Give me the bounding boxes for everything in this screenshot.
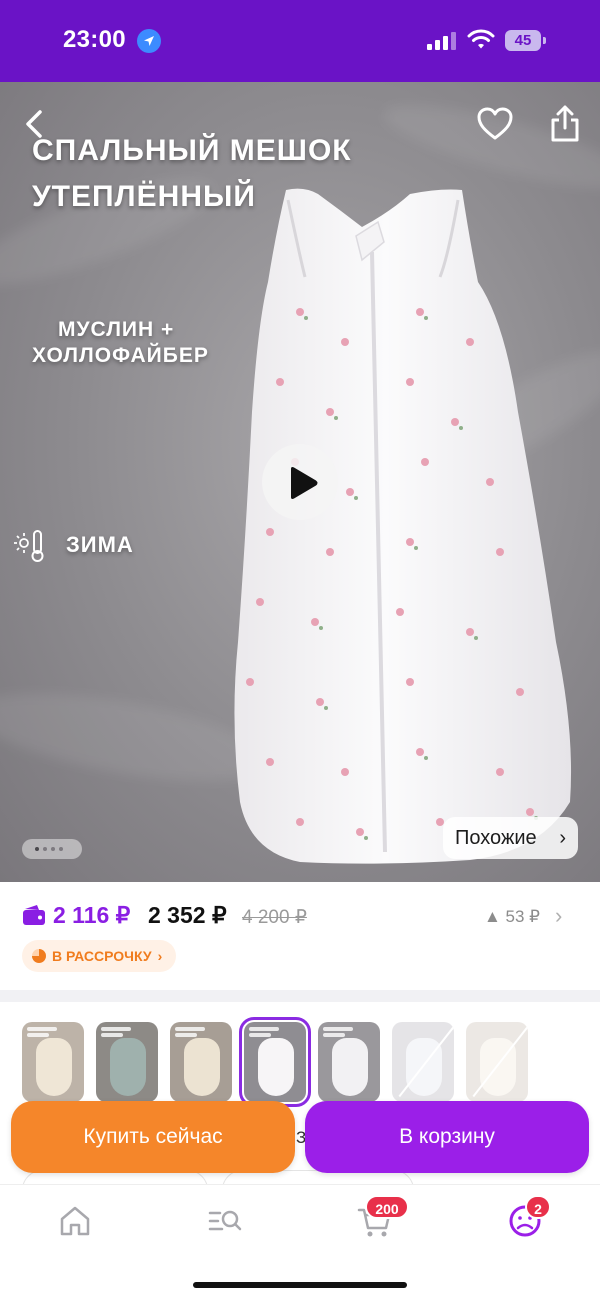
installment-button[interactable]: В РАССРОЧКУ › [22,940,177,972]
price-section: 2 116 ₽ 2 352 ₽ 4 200 ₽ ▲ 53 ₽ › В РАССР… [0,882,600,990]
hero-material-line2: ХОЛЛОФАЙБЕР [32,344,209,367]
variant-thumbnail[interactable] [170,1022,232,1102]
chevron-right-icon: › [559,827,566,849]
status-time: 23:00 [63,26,126,53]
location-arrow-icon [137,29,161,53]
old-price: 4 200 ₽ [242,907,307,928]
hero-title-line1: СПАЛЬНЫЙ МЕШОК [32,134,352,167]
status-bar: 23:00 45 [0,0,600,82]
variant-thumbnail-unavailable[interactable] [392,1022,454,1102]
variant-thumbnail-unavailable[interactable] [466,1022,528,1102]
installment-pie-icon [32,949,46,963]
thermometer-icon [14,528,54,564]
profile-badge: 2 [525,1195,551,1219]
similar-products-label: Похожие [455,827,537,849]
section-divider [0,990,600,1002]
current-price: 2 352 ₽ [148,902,227,928]
wifi-icon [467,28,495,50]
similar-products-button[interactable]: Похожие › [443,817,578,859]
back-arrow-icon[interactable] [20,106,50,142]
product-media-gallery[interactable]: СПАЛЬНЫЙ МЕШОК УТЕПЛЁННЫЙ МУСЛИН + ХОЛЛО… [0,82,600,882]
price-change[interactable]: ▲ 53 ₽ [484,907,540,927]
play-video-button[interactable] [262,444,338,520]
hero-season-label: ЗИМА [66,532,134,557]
gallery-pagination [22,839,82,859]
home-indicator [193,1282,407,1288]
share-icon[interactable] [548,104,582,144]
chevron-right-icon[interactable]: › [555,903,562,929]
hero-material-line1: МУСЛИН + [58,318,175,341]
favorite-heart-icon[interactable] [476,106,514,142]
home-icon[interactable] [55,1201,95,1241]
chevron-right-icon: › [157,948,163,964]
variant-thumbnail[interactable] [318,1022,380,1102]
variant-thumbnail[interactable] [96,1022,158,1102]
wallet-card-icon [22,904,46,926]
hero-title-line2: УТЕПЛЁННЫЙ [32,180,256,213]
cart-badge: 200 [365,1195,409,1219]
catalog-search-icon[interactable] [205,1201,245,1241]
card-price: 2 116 ₽ [53,902,131,928]
cellular-signal-icon [427,32,459,50]
battery-indicator: 45 [505,30,546,51]
buy-now-button[interactable]: Купить сейчас [11,1101,295,1173]
add-to-cart-button[interactable]: В корзину [305,1101,589,1173]
variant-thumbnail[interactable] [22,1022,84,1102]
installment-label: В РАССРОЧКУ [52,948,152,964]
variant-thumbnail-selected[interactable] [239,1017,311,1107]
